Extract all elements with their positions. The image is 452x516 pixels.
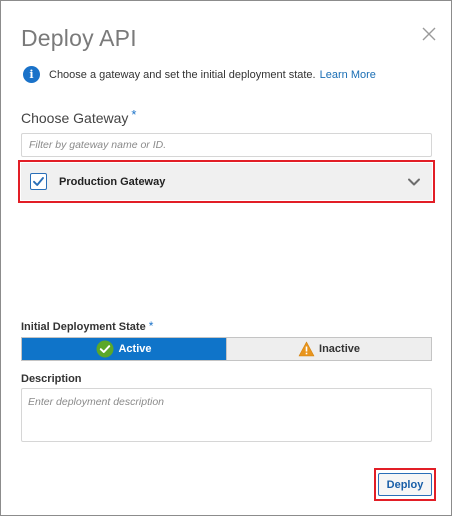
inactive-state-button[interactable]: Inactive — [227, 338, 431, 360]
deployment-state-toggle: Active Inactive — [21, 337, 432, 361]
choose-gateway-text: Choose Gateway — [21, 110, 129, 126]
check-circle-icon — [96, 340, 114, 358]
deployment-state-label: Initial Deployment State * — [21, 319, 154, 335]
info-text: Choose a gateway and set the initial dep… — [49, 68, 316, 81]
choose-gateway-label: Choose Gateway * — [21, 107, 137, 126]
close-button[interactable] — [421, 26, 437, 42]
expand-button[interactable] — [407, 175, 421, 189]
close-icon — [422, 27, 436, 41]
checkmark-icon — [33, 177, 44, 186]
deployment-state-text: Initial Deployment State — [21, 321, 146, 333]
active-state-label: Active — [118, 343, 152, 355]
deploy-api-dialog: Deploy API i Choose a gateway and set th… — [0, 0, 452, 516]
chevron-down-icon — [408, 178, 420, 186]
gateway-filter-input[interactable] — [21, 133, 432, 157]
gateway-list-item[interactable]: Production Gateway — [21, 163, 432, 200]
deploy-button[interactable]: Deploy — [378, 473, 432, 496]
learn-more-link[interactable]: Learn More — [320, 69, 376, 81]
description-label: Description — [21, 373, 82, 385]
inactive-state-label: Inactive — [319, 343, 360, 355]
info-banner: i Choose a gateway and set the initial d… — [23, 66, 376, 83]
dialog-title: Deploy API — [21, 25, 137, 51]
active-state-button[interactable]: Active — [22, 338, 227, 360]
description-field[interactable] — [21, 388, 432, 442]
gateway-checkbox[interactable] — [30, 173, 47, 190]
gateway-name: Production Gateway — [59, 175, 166, 188]
warning-icon — [298, 341, 315, 357]
required-asterisk: * — [131, 107, 137, 122]
info-icon: i — [23, 66, 40, 83]
required-asterisk: * — [148, 319, 154, 333]
